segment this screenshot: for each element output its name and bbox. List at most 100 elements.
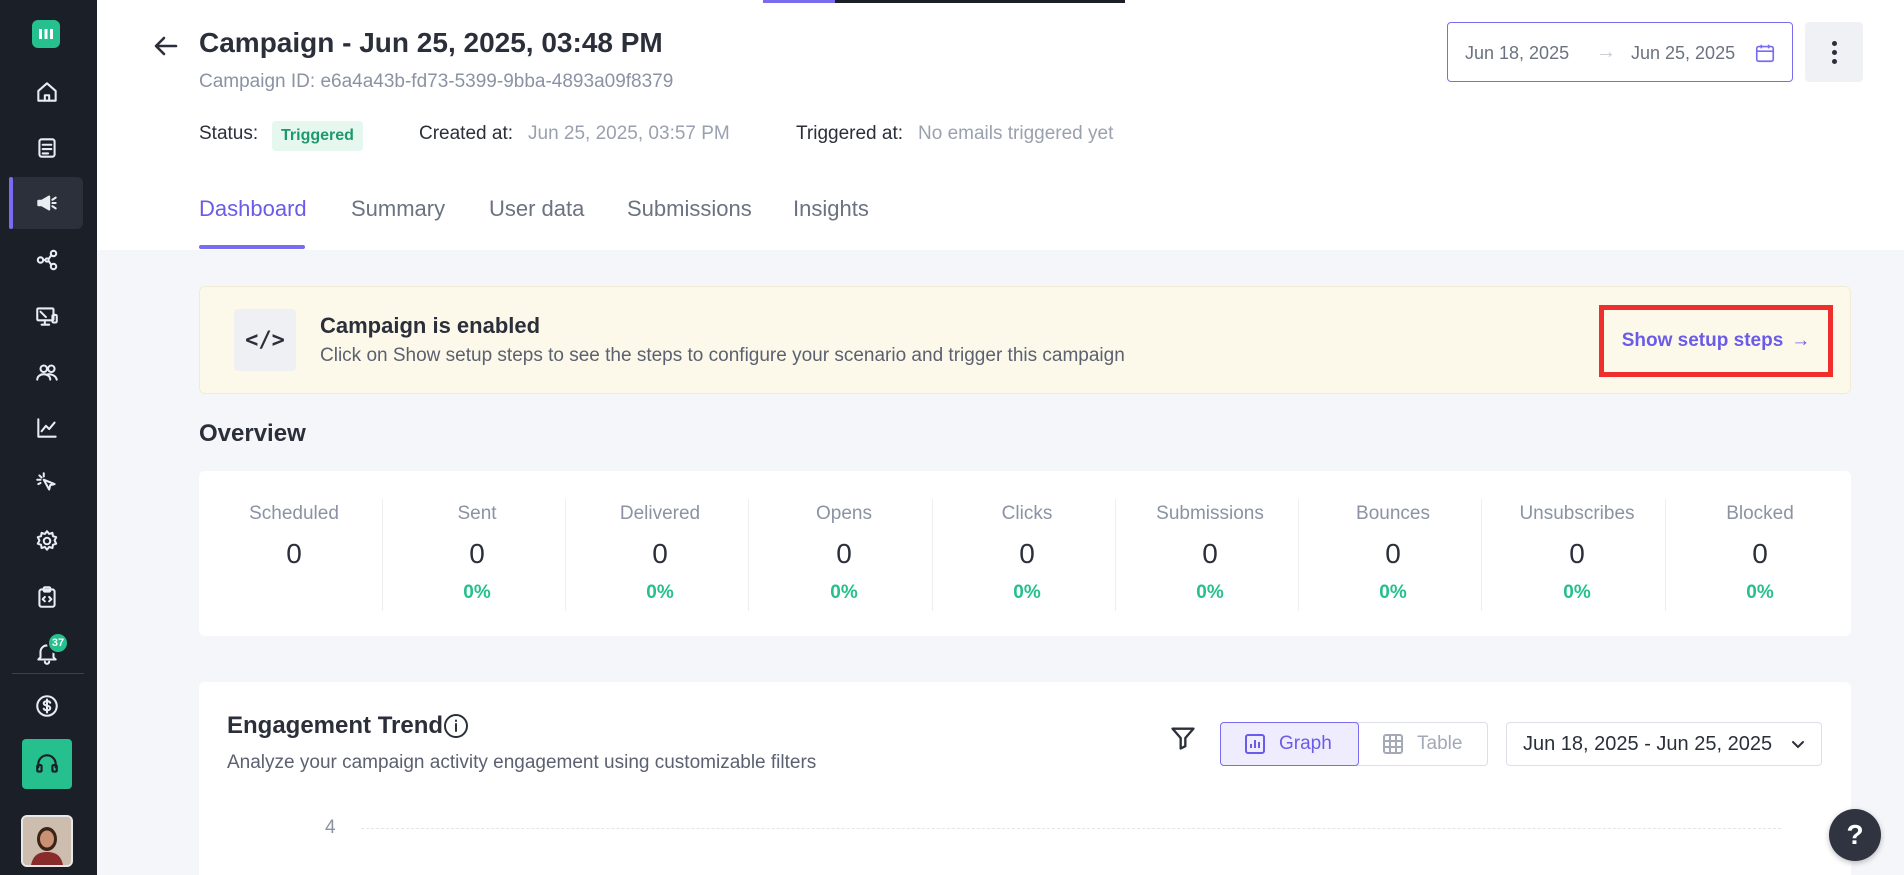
kebab-dot — [1831, 58, 1837, 64]
workflow-icon — [36, 249, 57, 271]
campaign-id: Campaign ID: e6a4a43b-fd73-5399-9bba-489… — [199, 71, 674, 92]
stat-clicks: Clicks 0 0% — [935, 499, 1119, 611]
filter-icon[interactable] — [1169, 724, 1197, 752]
tab-insights[interactable]: Insights — [793, 196, 869, 222]
stat-label: Clicks — [1001, 503, 1053, 524]
status-label: Status: — [199, 123, 259, 144]
stat-divider — [748, 499, 749, 611]
stat-percent: 0% — [1013, 582, 1041, 603]
status-badge: Triggered — [272, 121, 363, 151]
sidebar-item-campaigns[interactable] — [9, 177, 83, 229]
avatar[interactable] — [21, 815, 73, 867]
stat-divider — [1665, 499, 1666, 611]
tab-submissions[interactable]: Submissions — [627, 196, 752, 222]
date-range-picker[interactable]: Jun 18, 2025 → Jun 25, 2025 — [1447, 22, 1793, 82]
sidebar-item-users[interactable] — [10, 346, 83, 398]
stat-percent: 0% — [646, 582, 674, 603]
engagement-description: Analyze your campaign activity engagemen… — [227, 752, 817, 773]
overview-title: Overview — [199, 420, 306, 447]
stat-value: 0 — [1569, 538, 1585, 569]
date-range-start: Jun 18, 2025 — [1465, 43, 1570, 63]
sidebar-item-notifications[interactable] — [10, 627, 83, 679]
stat-unsubscribes: Unsubscribes 0 0% — [1485, 499, 1669, 611]
stat-divider — [382, 499, 383, 611]
code-icon: </> — [234, 309, 296, 371]
stat-value: 0 — [836, 538, 852, 569]
sidebar-item-home[interactable] — [10, 66, 83, 118]
billing-icon — [35, 695, 58, 717]
stat-label: Scheduled — [249, 503, 339, 524]
chevron-down-icon — [1792, 741, 1804, 749]
view-toggle: Graph Table — [1220, 722, 1488, 766]
sidebar: 37 — [0, 0, 97, 875]
graph-view-button[interactable]: Graph — [1220, 722, 1359, 766]
stat-label: Blocked — [1726, 503, 1794, 524]
active-tab-indicator — [199, 245, 305, 249]
sidebar-item-workflows[interactable] — [10, 234, 83, 286]
stat-percent: 0% — [1746, 582, 1774, 603]
stat-label: Delivered — [619, 503, 701, 524]
engagement-trend-card: Engagement Trend Analyze your campaign a… — [199, 682, 1851, 875]
stat-percent: 0% — [1196, 582, 1224, 603]
stat-label: Unsubscribes — [1519, 503, 1635, 524]
sidebar-item-analytics[interactable] — [10, 402, 83, 454]
stat-value: 0 — [652, 538, 668, 569]
top-progress-indicator — [763, 0, 835, 3]
back-arrow-icon[interactable] — [150, 30, 182, 62]
screen-icon — [35, 307, 58, 326]
stat-scheduled: Scheduled 0 — [202, 499, 386, 611]
stat-value: 0 — [1752, 538, 1768, 569]
stat-submissions: Submissions 0 0% — [1118, 499, 1302, 611]
triggered-at-label: Triggered at: — [796, 123, 904, 144]
click-icon — [35, 472, 56, 491]
help-button[interactable]: ? — [1829, 809, 1881, 861]
table-icon — [1383, 734, 1403, 754]
tab-summary[interactable]: Summary — [351, 196, 445, 222]
info-icon[interactable] — [443, 713, 469, 739]
arrow-right-icon: → — [1791, 330, 1811, 351]
stat-percent: 0% — [463, 582, 491, 603]
stat-label: Submissions — [1156, 503, 1264, 524]
engagement-range-select[interactable]: Jun 18, 2025 - Jun 25, 2025 — [1506, 722, 1822, 766]
stat-divider — [565, 499, 566, 611]
stat-label: Opens — [816, 503, 872, 524]
sidebar-item-settings[interactable] — [10, 515, 83, 567]
overview-stats-card: Scheduled 0 Sent 0 0% Delivered 0 0% Ope… — [199, 471, 1851, 636]
created-at-label: Created at: — [419, 123, 513, 144]
sidebar-item-clicks[interactable] — [10, 457, 83, 509]
more-options-button[interactable] — [1805, 22, 1863, 82]
graph-view-label: Graph — [1279, 733, 1332, 754]
engagement-title: Engagement Trend — [227, 712, 444, 739]
kebab-dot — [1831, 49, 1837, 55]
date-range-arrow: → — [1596, 41, 1616, 63]
tab-user-data[interactable]: User data — [489, 196, 584, 222]
sidebar-item-billing[interactable] — [10, 680, 83, 732]
megaphone-icon — [36, 195, 57, 211]
headset-icon — [36, 754, 58, 773]
kebab-dot — [1831, 40, 1837, 46]
stat-bounces: Bounces 0 0% — [1301, 499, 1485, 611]
table-view-button[interactable]: Table — [1359, 722, 1489, 766]
analytics-icon — [36, 418, 57, 438]
banner-title: Campaign is enabled — [320, 313, 541, 338]
sidebar-item-templates[interactable] — [10, 122, 83, 174]
user-photo — [23, 817, 71, 865]
app-logo[interactable] — [32, 20, 60, 48]
stat-divider — [1115, 499, 1116, 611]
top-progress-track — [835, 0, 1125, 3]
show-setup-steps-button[interactable]: Show setup steps → — [1599, 305, 1833, 377]
stat-percent: 0% — [830, 582, 858, 603]
tab-dashboard[interactable]: Dashboard — [199, 196, 307, 222]
engagement-range-value: Jun 18, 2025 - Jun 25, 2025 — [1523, 732, 1773, 755]
sidebar-item-screens[interactable] — [10, 290, 83, 342]
stat-percent: 0% — [1379, 582, 1407, 603]
stat-sent: Sent 0 0% — [385, 499, 569, 611]
sidebar-item-developer[interactable] — [10, 571, 83, 623]
home-icon — [36, 82, 57, 102]
stat-value: 0 — [1202, 538, 1218, 569]
templates-icon — [37, 138, 56, 158]
page-title: Campaign - Jun 25, 2025, 03:48 PM — [199, 27, 663, 58]
logo-icon — [39, 29, 53, 39]
support-button[interactable] — [22, 739, 72, 789]
stat-delivered: Delivered 0 0% — [568, 499, 752, 611]
